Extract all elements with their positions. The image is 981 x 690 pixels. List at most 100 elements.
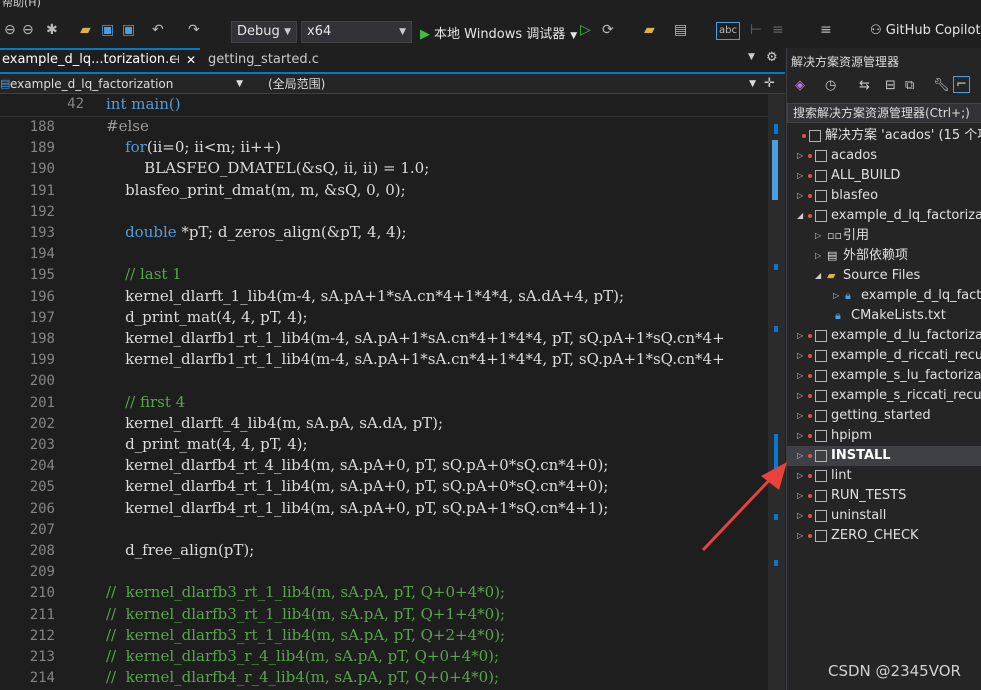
config-dropdown[interactable]: Debug ▼ — [231, 21, 297, 43]
expand-arrow-icon[interactable]: ▷ — [797, 526, 803, 546]
line-number: 196 — [29, 288, 55, 305]
gear-icon[interactable]: ⚙ — [766, 50, 778, 65]
range-scope-dropdown[interactable]: (全局范围) ▼ — [268, 75, 758, 93]
chevron-down-icon: ▼ — [749, 79, 756, 89]
collapse-icon[interactable]: ⊟ — [885, 78, 896, 93]
code-line: BLASFEO_DMATEL(&sQ, ii, ii) = 1.0; — [106, 159, 430, 178]
tree-item[interactable]: ▷ ▫▫ 引用 — [787, 226, 981, 246]
expand-arrow-icon[interactable]: ▷ — [815, 246, 821, 266]
tree-item[interactable]: ◢ ▰ Source Files — [787, 266, 981, 286]
tab-list-icon[interactable]: ▼ — [748, 52, 755, 62]
back-icon[interactable]: ⊖ — [4, 22, 16, 38]
tree-item[interactable]: ▷ ALL_BUILD — [787, 166, 981, 186]
tree-item[interactable]: ▷ ZERO_CHECK — [787, 526, 981, 546]
line-number: 205 — [29, 479, 55, 496]
forward-icon[interactable]: ⊖ — [22, 22, 34, 38]
editor-scrollbar[interactable] — [768, 94, 785, 690]
new-item-icon[interactable]: ✱ — [46, 22, 58, 38]
tab-example-d-lq[interactable]: example_d_lq...torization.c ⊣ ✕ — [0, 48, 200, 72]
github-copilot-button[interactable]: ⚇ GitHub Copilot — [870, 23, 981, 38]
platform-dropdown[interactable]: x64 ▼ — [301, 21, 412, 43]
vs-icon[interactable]: ◈ — [795, 78, 805, 93]
expand-arrow-icon[interactable]: ▷ — [797, 446, 803, 466]
comment-icon[interactable]: ≡ — [772, 22, 784, 38]
expand-arrow-icon[interactable]: ▷ — [797, 186, 803, 206]
copilot-label: GitHub Copilot — [885, 23, 981, 38]
chevron-down-icon: ▼ — [236, 79, 243, 89]
expand-arrow-icon[interactable]: ▷ — [797, 486, 803, 506]
tree-item[interactable]: ▷ ▤ 外部依赖项 — [787, 246, 981, 266]
layout-icon[interactable]: ▤ — [674, 22, 687, 38]
open-folder-icon[interactable]: ▰ — [80, 22, 91, 38]
line-number: 208 — [29, 543, 55, 559]
line-number: 190 — [29, 161, 55, 178]
tree-item[interactable]: 解决方案 'acados' (15 个项目 — [787, 126, 981, 146]
tree-item[interactable]: ▷ example_s_riccati_recursi — [787, 386, 981, 406]
expand-arrow-icon[interactable]: ▷ — [797, 146, 803, 166]
scroll-thumb[interactable] — [772, 140, 778, 200]
expand-arrow-icon[interactable]: ▷ — [797, 166, 803, 186]
expand-arrow-icon[interactable]: ▷ — [797, 386, 803, 406]
expand-arrow-icon[interactable]: ▷ — [833, 286, 839, 306]
preview-icon[interactable]: ⌐ — [953, 76, 970, 93]
arrow-shaft — [701, 470, 779, 552]
file-scope-dropdown[interactable]: example_d_lq_factorization ▼ — [10, 75, 245, 93]
sync-icon[interactable]: ⇆ — [859, 78, 870, 93]
expand-arrow-icon[interactable]: ▷ — [797, 406, 803, 426]
line-number: 193 — [29, 225, 55, 241]
tree-item[interactable]: ▷ lint — [787, 466, 981, 486]
solution-search-input[interactable]: 搜索解决方案资源管理器(Ctrl+;) — [787, 103, 981, 123]
start-without-debug-icon[interactable]: ▷ — [580, 22, 591, 38]
pin-icon[interactable]: ⊣ — [170, 50, 180, 70]
tree-item[interactable]: ▷ example_d_lu_factorizatio — [787, 326, 981, 346]
expand-arrow-icon[interactable]: ▷ — [797, 506, 803, 526]
redo-icon[interactable]: ↷ — [188, 22, 200, 38]
menu-help[interactable]: 帮助(H) — [2, 0, 41, 8]
expand-arrow-icon[interactable]: ▷ — [797, 346, 803, 366]
tree-item[interactable]: 🔒︎ CMakeLists.txt — [787, 306, 981, 326]
refresh-icon[interactable]: ⟳ — [602, 22, 614, 38]
tree-item[interactable]: ▷ example_s_lu_factorizatio — [787, 366, 981, 386]
project-icon — [815, 350, 827, 362]
code-line: kernel_dlarfb1_rt_1_lib4(m-4, sA.pA+1*sA… — [106, 350, 725, 369]
collapse-arrow-icon[interactable]: ◢ — [797, 206, 803, 226]
collapse-arrow-icon[interactable]: ◢ — [815, 266, 821, 286]
error-dot-icon — [808, 194, 812, 198]
expand-arrow-icon[interactable]: ▷ — [797, 326, 803, 346]
tree-item[interactable]: ◢ example_d_lq_factorizatio — [787, 206, 981, 226]
tree-item[interactable]: ▷ RUN_TESTS — [787, 486, 981, 506]
expand-arrow-icon[interactable]: ▷ — [797, 426, 803, 446]
show-all-icon[interactable]: ⧉ — [905, 78, 914, 93]
spellcheck-icon[interactable]: abc — [716, 22, 740, 40]
tab-label: getting_started.c — [208, 52, 319, 67]
split-icon[interactable]: ✛ — [764, 76, 775, 91]
tree-item[interactable]: ▷ blasfeo — [787, 186, 981, 206]
folder-icon[interactable]: ▰ — [644, 22, 655, 38]
code-line: d_print_mat(4, 4, pT, 4); — [106, 307, 308, 326]
tree-item[interactable]: ▷ hpipm — [787, 426, 981, 446]
run-debugger-button[interactable]: ▶ 本地 Windows 调试器 ▼ — [420, 23, 577, 42]
tree-item[interactable]: ▷ INSTALL — [787, 446, 981, 466]
tree-item[interactable]: ▷ example_d_riccati_recurs — [787, 346, 981, 366]
close-icon[interactable]: ✕ — [186, 50, 196, 70]
code-editor[interactable]: 42 int main() 188 #else 189 for(ii=0; ii<m… — [0, 94, 768, 690]
save-icon[interactable]: ▣ — [101, 22, 114, 38]
tree-item[interactable]: ▷ 🔒︎ example_d_lq_facto — [787, 286, 981, 306]
watermark: CSDN @2345VOR — [828, 662, 961, 680]
expand-arrow-icon[interactable]: ▷ — [815, 226, 821, 246]
tab-getting-started[interactable]: getting_started.c — [206, 48, 328, 72]
save-all-icon[interactable]: ▣ — [122, 22, 135, 38]
tree-item-label: example_d_lu_factorizatio — [831, 328, 981, 343]
undo-icon[interactable]: ↶ — [152, 22, 164, 38]
toolbar-overflow-icon[interactable]: ≡ — [820, 22, 832, 38]
tree-item[interactable]: ▷ acados — [787, 146, 981, 166]
wrench-icon[interactable]: 🔧︎ — [933, 78, 950, 93]
play-icon: ▶ — [420, 27, 430, 42]
bookmark-icon[interactable]: ⊢ — [750, 22, 762, 38]
history-icon[interactable]: ◷ — [825, 78, 836, 93]
expand-arrow-icon[interactable]: ▷ — [797, 466, 803, 486]
tree-item[interactable]: ▷ getting_started — [787, 406, 981, 426]
sticky-scroll-header[interactable]: 42 int main() — [0, 94, 768, 117]
expand-arrow-icon[interactable]: ▷ — [797, 366, 803, 386]
tree-item[interactable]: ▷ uninstall — [787, 506, 981, 526]
